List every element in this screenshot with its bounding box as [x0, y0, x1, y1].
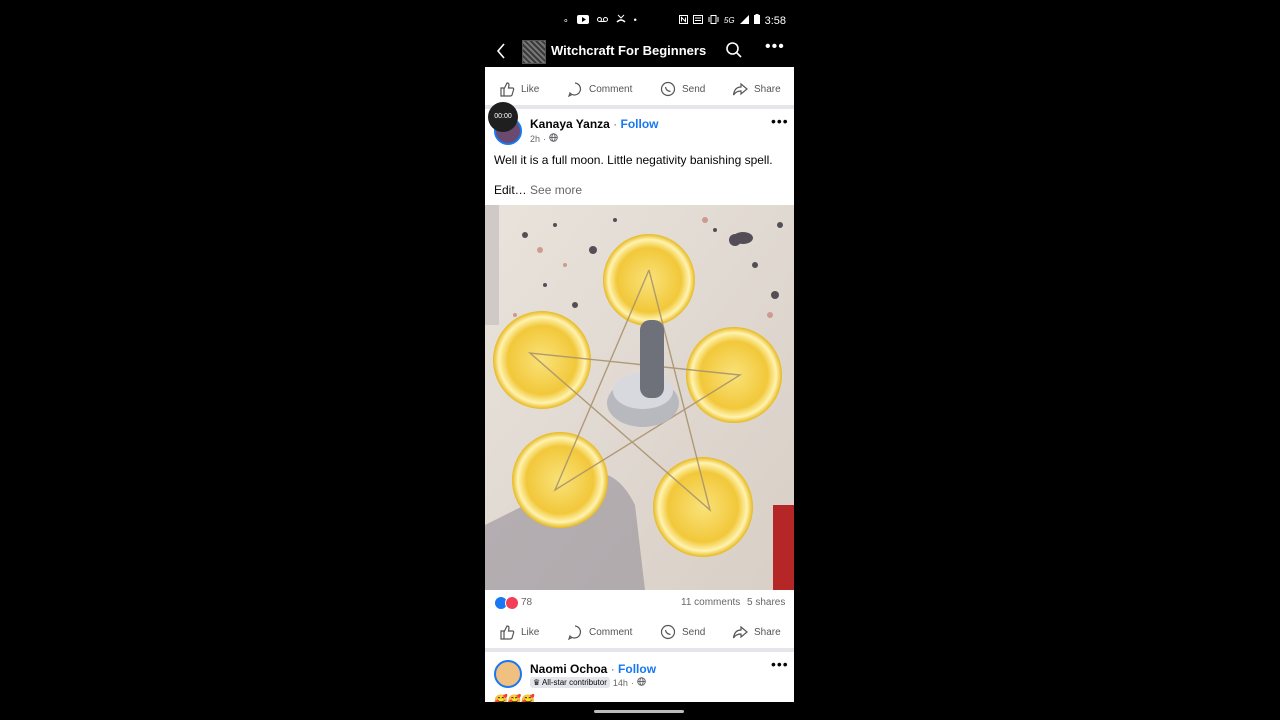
see-more-link[interactable]: See more — [530, 183, 582, 197]
love-reaction-icon — [505, 596, 519, 610]
trophy-icon: ♛ — [533, 678, 541, 687]
search-icon[interactable] — [725, 41, 743, 64]
like-label: Like — [521, 626, 540, 638]
post-more-icon[interactable]: ••• — [771, 113, 789, 129]
post-author-line: Naomi Ochoa · Follow — [530, 662, 656, 676]
reaction-count[interactable]: 78 — [521, 597, 532, 608]
dot-icon: • — [633, 15, 637, 25]
like-button[interactable]: Like — [499, 614, 539, 650]
share-label: Share — [754, 626, 781, 638]
back-arrow-icon[interactable] — [495, 40, 507, 67]
system-nav-bar — [485, 702, 794, 720]
post-separator — [485, 648, 794, 652]
post-author-line: Kanaya Yanza · Follow — [530, 117, 659, 131]
send-button[interactable]: Send — [660, 71, 705, 107]
separator: · — [607, 662, 619, 676]
share-button[interactable]: Share — [732, 71, 781, 107]
contributor-badge[interactable]: ♛ All-star contributor — [530, 677, 610, 688]
share-arrow-icon — [732, 81, 748, 97]
reaction-icons[interactable] — [494, 596, 519, 610]
home-gesture-bar[interactable] — [594, 710, 684, 713]
edit-text: Edit… — [494, 183, 527, 197]
previous-post-actions: Like Comment Send Share — [485, 71, 794, 107]
group-thumbnail[interactable] — [522, 40, 546, 64]
avatar[interactable] — [494, 660, 522, 688]
shares-count[interactable]: 5 shares — [747, 597, 785, 608]
more-options-icon[interactable]: ••• — [765, 38, 785, 56]
comment-button[interactable]: Comment — [567, 71, 632, 107]
phone-screen: ∘ • 5G 3:58 Witchcraft For Beginners •••… — [485, 0, 794, 720]
whatsapp-icon — [660, 81, 676, 97]
comment-button[interactable]: Comment — [567, 614, 632, 650]
post-photo[interactable] — [485, 205, 794, 590]
post-actions: Like Comment Send Share — [485, 614, 794, 650]
globe-icon — [549, 133, 558, 144]
app-bar: Witchcraft For Beginners ••• — [485, 38, 794, 67]
missed-call-icon — [616, 14, 626, 27]
post-time[interactable]: 14h — [613, 678, 628, 688]
share-arrow-icon — [732, 624, 748, 640]
group-title[interactable]: Witchcraft For Beginners — [551, 43, 706, 58]
send-label: Send — [682, 626, 706, 638]
post-text-more: Edit… See more — [494, 183, 582, 197]
badge-label: All-star contributor — [541, 678, 607, 687]
share-button[interactable]: Share — [732, 614, 781, 650]
clock: 3:58 — [764, 14, 786, 27]
comment-label: Comment — [589, 626, 633, 638]
post-meta: 2h · — [530, 133, 558, 144]
feed: Like Comment Send Share Kanaya Yanza · F… — [485, 67, 794, 702]
separator: · — [609, 117, 621, 131]
comment-bubble-icon — [567, 81, 583, 97]
cast-icon — [692, 14, 703, 27]
nfc-icon — [678, 14, 688, 27]
comment-label: Comment — [589, 83, 633, 95]
post-time[interactable]: 2h — [530, 134, 540, 144]
globe-icon — [637, 677, 646, 688]
send-label: Send — [682, 83, 706, 95]
send-button[interactable]: Send — [660, 614, 705, 650]
dot-icon: ∘ — [563, 15, 569, 25]
post-more-icon[interactable]: ••• — [771, 656, 789, 672]
post-meta: ♛ All-star contributor 14h · — [530, 677, 646, 688]
author-name[interactable]: Kanaya Yanza — [530, 117, 610, 131]
video-timer: 00:00 — [488, 102, 518, 132]
share-label: Share — [754, 83, 781, 95]
thumbs-up-icon — [499, 81, 515, 97]
follow-button[interactable]: Follow — [621, 117, 659, 131]
post-separator — [485, 105, 794, 109]
battery-icon — [753, 14, 760, 27]
voicemail-icon — [596, 15, 608, 26]
post-text: Well it is a full moon. Little negativit… — [494, 153, 773, 167]
vibrate-icon — [708, 14, 719, 27]
post-emoji-text: 🥰🥰🥰 — [494, 695, 536, 702]
network-5g: 5G — [723, 16, 735, 25]
like-label: Like — [521, 83, 540, 95]
reactions-row: 78 11 comments 5 shares — [485, 590, 794, 614]
signal-icon — [739, 14, 749, 27]
follow-button[interactable]: Follow — [618, 662, 656, 676]
whatsapp-icon — [660, 624, 676, 640]
comments-count[interactable]: 11 comments — [681, 597, 740, 608]
thumbs-up-icon — [499, 624, 515, 640]
comment-bubble-icon — [567, 624, 583, 640]
youtube-icon — [576, 14, 589, 27]
status-bar: ∘ • 5G 3:58 — [485, 0, 794, 40]
author-name[interactable]: Naomi Ochoa — [530, 662, 607, 676]
